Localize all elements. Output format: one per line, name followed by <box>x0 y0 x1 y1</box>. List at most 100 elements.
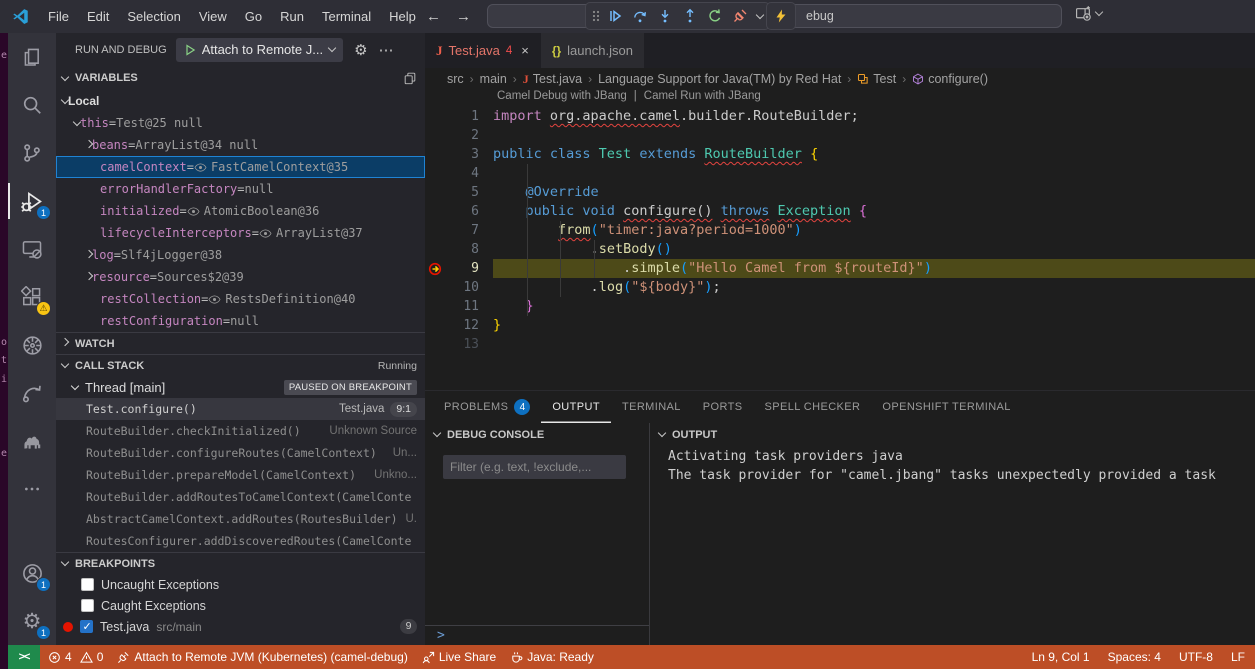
breadcrumb-item[interactable]: JTest.java <box>523 72 582 87</box>
step-into-button[interactable] <box>653 4 677 28</box>
thread-row[interactable]: Thread [main] PAUSED ON BREAKPOINT <box>56 376 425 398</box>
live-share-status[interactable]: Live Share <box>422 650 496 664</box>
menu-view[interactable]: View <box>190 0 236 33</box>
output-log[interactable]: Activating task providers javaThe task p… <box>650 446 1255 485</box>
checkbox[interactable] <box>80 620 93 633</box>
step-over-button[interactable] <box>628 4 652 28</box>
variable-row[interactable]: restConfiguration = null <box>56 310 425 332</box>
code-line[interactable]: 7 from("timer:java?period=1000") <box>425 221 1255 240</box>
sidebar-item-camel[interactable] <box>8 417 56 465</box>
variable-row[interactable]: log = Slf4jLogger@38 <box>56 244 425 266</box>
tab-launch-json[interactable]: {} launch.json <box>540 33 645 68</box>
lazy-eval-eye-icon[interactable] <box>259 227 272 240</box>
stack-frame[interactable]: RouteBuilder.configureRoutes(CamelContex… <box>56 442 425 464</box>
lazy-eval-eye-icon[interactable] <box>187 205 200 218</box>
views-more-icon[interactable]: ⋯ <box>379 41 395 59</box>
launch-config-dropdown[interactable]: Attach to Remote J... <box>176 38 343 62</box>
customize-layout-button[interactable] <box>1075 5 1102 22</box>
disconnect-button[interactable] <box>728 4 752 28</box>
breadcrumb-item[interactable]: main <box>480 72 507 86</box>
sidebar-item-source-control[interactable] <box>8 129 56 177</box>
gutter[interactable] <box>425 164 447 183</box>
variables-section-header[interactable]: VARIABLES <box>56 66 425 90</box>
menu-go[interactable]: Go <box>236 0 271 33</box>
code-line[interactable]: 2 <box>425 126 1255 145</box>
breadcrumb-item[interactable]: src <box>447 72 464 86</box>
panel-tab-output[interactable]: OUTPUT <box>541 391 611 423</box>
debug-console-filter-input[interactable] <box>443 455 626 479</box>
gutter[interactable] <box>425 107 447 126</box>
menu-help[interactable]: Help <box>380 0 425 33</box>
output-header[interactable]: OUTPUT <box>650 423 1255 446</box>
panel-tab-problems[interactable]: PROBLEMS4 <box>433 391 541 423</box>
close-icon[interactable]: × <box>521 43 529 58</box>
gutter[interactable] <box>425 335 447 354</box>
lazy-eval-eye-icon[interactable] <box>208 293 221 306</box>
sidebar-item-search[interactable] <box>8 81 56 129</box>
panel-tab-openshift-terminal[interactable]: OPENSHIFT TERMINAL <box>871 391 1021 423</box>
debug-settings-gear-icon[interactable]: ⚙ <box>354 41 367 59</box>
code-line[interactable]: 11 } <box>425 297 1255 316</box>
stack-frame[interactable]: RouteBuilder.checkInitialized()Unknown S… <box>56 420 425 442</box>
gutter[interactable] <box>425 240 447 259</box>
sidebar-item-explorer[interactable] <box>8 33 56 81</box>
stack-frame[interactable]: RouteBuilder.prepareModel(CamelContext)U… <box>56 464 425 486</box>
variable-row[interactable]: camelContext = FastCamelContext@35 <box>56 156 425 178</box>
cursor-position[interactable]: Ln 9, Col 1 <box>1032 650 1090 664</box>
settings-button[interactable]: ⚙ 1 <box>8 597 56 645</box>
panel-tab-spell-checker[interactable]: SPELL CHECKER <box>754 391 872 423</box>
menu-terminal[interactable]: Terminal <box>313 0 380 33</box>
sidebar-item-kubernetes[interactable] <box>8 321 56 369</box>
tab-test-java[interactable]: J Test.java 4 × <box>425 33 540 68</box>
code-line[interactable]: 10 .log("${body}"); <box>425 278 1255 297</box>
encoding[interactable]: UTF-8 <box>1179 650 1213 664</box>
drag-grip-icon[interactable] <box>589 4 602 28</box>
panel-tab-ports[interactable]: PORTS <box>692 391 754 423</box>
breakpoint-current-line-icon[interactable] <box>425 259 447 278</box>
more-views-button[interactable] <box>8 465 56 513</box>
gutter[interactable] <box>425 297 447 316</box>
menu-file[interactable]: File <box>39 0 78 33</box>
code-line[interactable]: 8 .setBody() <box>425 240 1255 259</box>
code-line[interactable]: 5 @Override <box>425 183 1255 202</box>
watch-section-header[interactable]: WATCH <box>56 332 425 354</box>
breadcrumb-item[interactable]: Language Support for Java(TM) by Red Hat <box>598 72 841 86</box>
menu-run[interactable]: Run <box>271 0 313 33</box>
code-line[interactable]: 3public class Test extends RouteBuilder … <box>425 145 1255 164</box>
remote-indicator[interactable]: >< <box>8 645 40 669</box>
call-stack-section-header[interactable]: CALL STACK Running <box>56 354 425 376</box>
variable-row[interactable]: lifecycleInterceptors = ArrayList@37 <box>56 222 425 244</box>
gutter[interactable] <box>425 316 447 335</box>
checkbox[interactable] <box>81 599 94 612</box>
continue-button[interactable] <box>603 4 627 28</box>
menu-edit[interactable]: Edit <box>78 0 118 33</box>
variable-row[interactable]: this = Test@25 null <box>56 112 425 134</box>
nav-forward-icon[interactable]: → <box>456 0 471 33</box>
gutter[interactable] <box>425 183 447 202</box>
lazy-eval-eye-icon[interactable] <box>194 161 207 174</box>
code-line[interactable]: 9 .simple("Hello Camel from ${routeId}") <box>425 259 1255 278</box>
debug-console-header[interactable]: DEBUG CONSOLE <box>425 423 649 446</box>
nav-back-icon[interactable]: ← <box>426 0 441 33</box>
gutter[interactable] <box>425 145 447 164</box>
step-out-button[interactable] <box>678 4 702 28</box>
gutter[interactable] <box>425 278 447 297</box>
accounts-button[interactable]: 1 <box>8 549 56 597</box>
gutter[interactable] <box>425 202 447 221</box>
checkbox[interactable] <box>81 578 94 591</box>
breadcrumb-item[interactable]: Test <box>857 72 896 86</box>
code-line[interactable]: 6 public void configure() throws Excepti… <box>425 202 1255 221</box>
code-line[interactable]: 13 <box>425 335 1255 354</box>
menu-selection[interactable]: Selection <box>118 0 189 33</box>
gutter[interactable] <box>425 126 447 145</box>
copy-value-icon[interactable] <box>403 71 417 85</box>
debug-target-status[interactable]: Attach to Remote JVM (Kubernetes) (camel… <box>117 650 407 664</box>
stack-frame[interactable]: RoutesConfigurer.addDiscoveredRoutes(Cam… <box>56 530 425 552</box>
sidebar-item-openshift[interactable] <box>8 369 56 417</box>
code-line[interactable]: 4 <box>425 164 1255 183</box>
eol[interactable]: LF <box>1231 650 1245 664</box>
restart-button[interactable] <box>703 4 727 28</box>
sidebar-item-extensions[interactable]: ⚠ <box>8 273 56 321</box>
problems-status[interactable]: 4 0 <box>48 650 103 664</box>
breadcrumb-item[interactable]: configure() <box>912 72 988 86</box>
